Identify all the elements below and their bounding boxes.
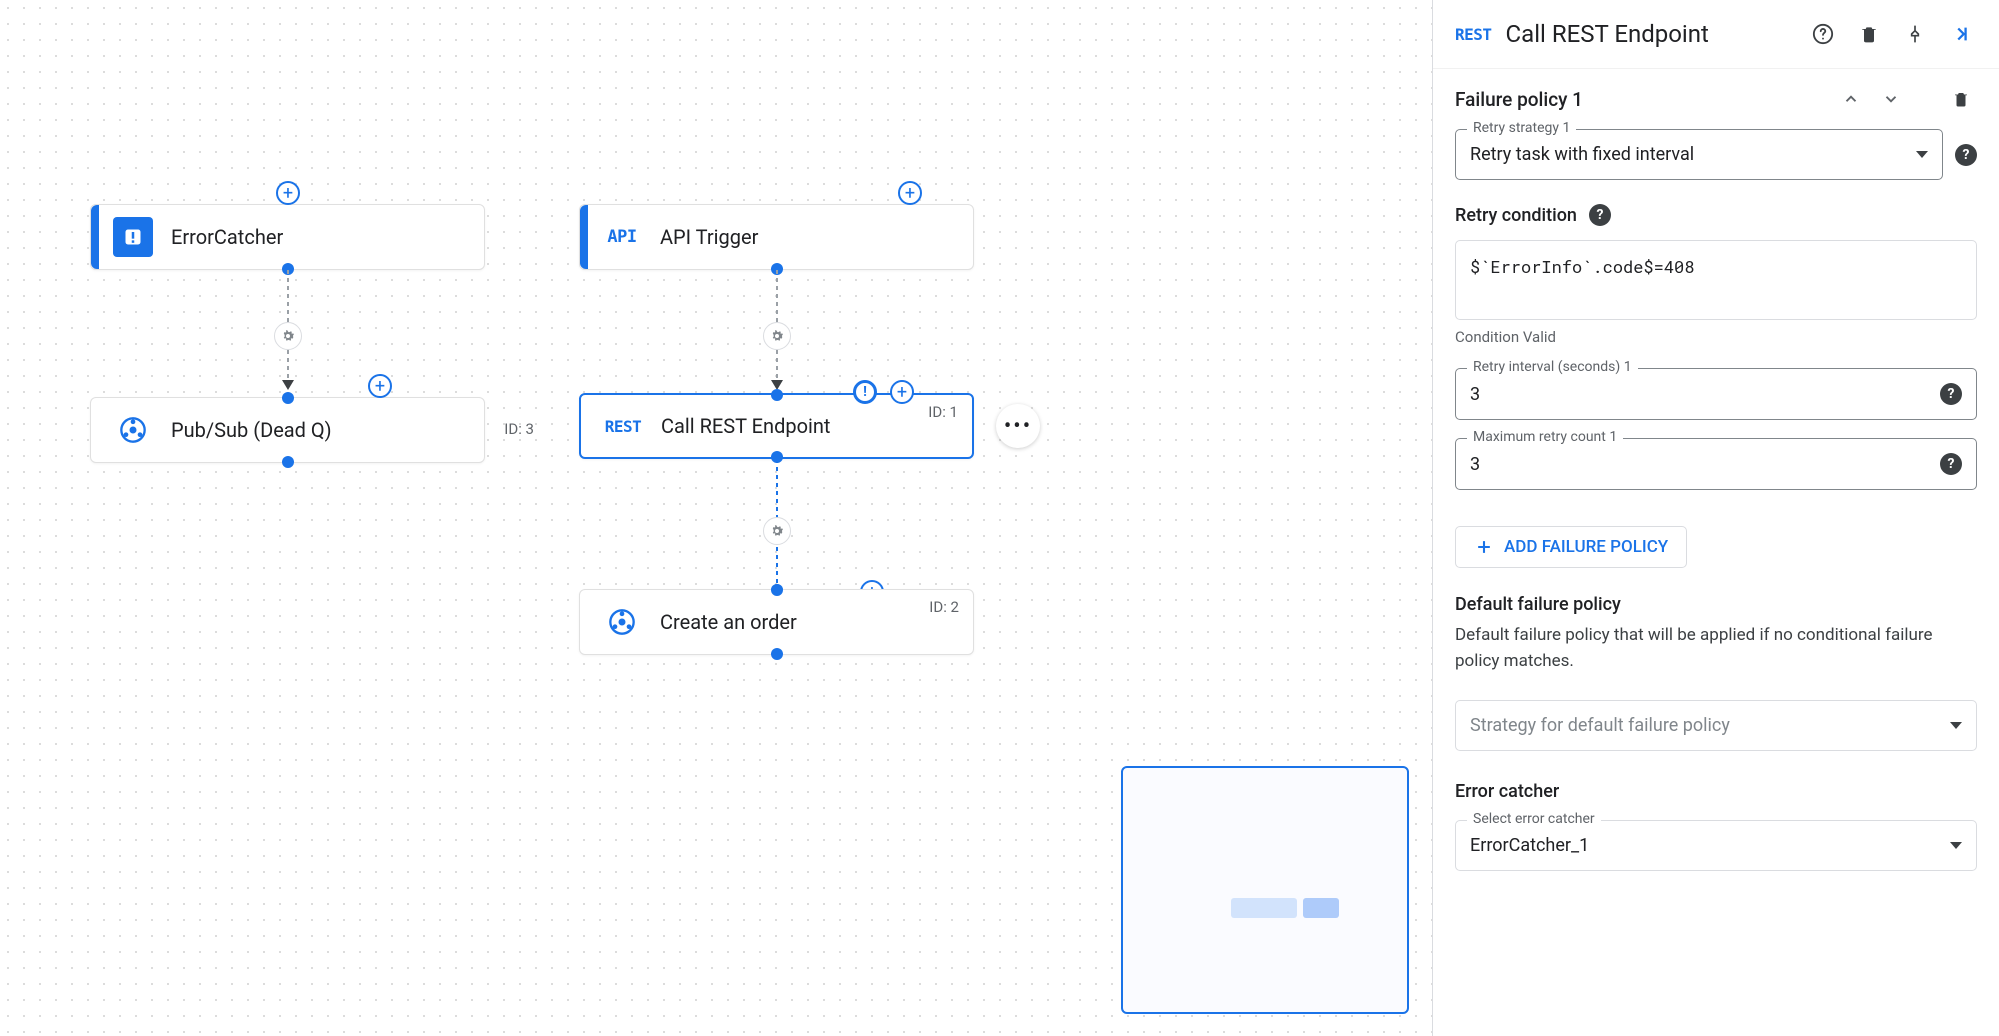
- edge-config-button[interactable]: [274, 322, 302, 350]
- node-id: ID: 1: [928, 403, 958, 421]
- node-label: Create an order: [660, 610, 797, 634]
- chevron-down-icon: [1950, 722, 1962, 729]
- chevron-down-icon: [1950, 842, 1962, 849]
- error-catcher-label: Select error catcher: [1467, 811, 1601, 827]
- section-header: Failure policy 1: [1455, 83, 1977, 115]
- edge-config-button[interactable]: [763, 322, 791, 350]
- node-create-order[interactable]: Create an order ID: 2: [579, 589, 974, 655]
- node-warning-icon[interactable]: !: [853, 380, 877, 404]
- panel-header: REST Call REST Endpoint: [1433, 0, 1999, 69]
- output-port[interactable]: [771, 648, 783, 660]
- node-pubsub[interactable]: Pub/Sub (Dead Q) ID: 3: [90, 397, 485, 463]
- help-icon[interactable]: ?: [1940, 383, 1962, 405]
- add-node-button[interactable]: +: [890, 380, 914, 404]
- retry-condition-input[interactable]: $`ErrorInfo`.code$=408: [1455, 240, 1977, 320]
- retry-strategy-value: Retry task with fixed interval: [1470, 144, 1694, 165]
- retry-condition-label: Retry condition: [1455, 205, 1577, 226]
- condition-helper: Condition Valid: [1455, 328, 1977, 346]
- node-error-catcher[interactable]: ErrorCatcher: [90, 204, 485, 270]
- node-api-trigger[interactable]: API API Trigger: [579, 204, 974, 270]
- node-label: Pub/Sub (Dead Q): [171, 418, 332, 442]
- input-port[interactable]: [771, 389, 783, 401]
- default-policy-desc: Default failure policy that will be appl…: [1455, 623, 1977, 674]
- add-node-button[interactable]: +: [368, 374, 392, 398]
- delete-policy-button[interactable]: [1945, 83, 1977, 115]
- minimap[interactable]: [1121, 766, 1409, 1014]
- retry-strategy-label: Retry strategy 1: [1467, 120, 1576, 136]
- input-port[interactable]: [771, 584, 783, 596]
- default-strategy-select[interactable]: Strategy for default failure policy: [1455, 700, 1977, 751]
- rest-icon: REST: [603, 406, 643, 446]
- add-node-button[interactable]: +: [898, 181, 922, 205]
- node-label: ErrorCatcher: [171, 225, 283, 249]
- api-icon: API: [602, 217, 642, 257]
- retry-interval-value: 3: [1470, 384, 1480, 405]
- node-call-rest[interactable]: REST Call REST Endpoint ID: 1: [579, 393, 974, 459]
- retry-condition-value: $`ErrorInfo`.code$=408: [1470, 255, 1694, 278]
- pin-button[interactable]: [1899, 18, 1931, 50]
- input-port[interactable]: [282, 392, 294, 404]
- move-up-button[interactable]: [1835, 83, 1867, 115]
- node-id: ID: 3: [504, 420, 534, 438]
- edge-config-button[interactable]: [763, 517, 791, 545]
- error-catcher-select[interactable]: ErrorCatcher_1: [1455, 820, 1977, 871]
- help-icon[interactable]: ?: [1589, 204, 1611, 226]
- default-policy-heading: Default failure policy: [1455, 594, 1977, 615]
- error-catcher-heading: Error catcher: [1455, 781, 1977, 802]
- retry-interval-input[interactable]: 3 ?: [1455, 368, 1977, 420]
- default-strategy-placeholder: Strategy for default failure policy: [1470, 715, 1730, 736]
- add-failure-policy-button[interactable]: ADD FAILURE POLICY: [1455, 526, 1687, 568]
- error-icon: [113, 217, 153, 257]
- max-retry-label: Maximum retry count 1: [1467, 429, 1623, 445]
- rest-icon: REST: [1455, 25, 1492, 44]
- pubsub-icon: [113, 410, 153, 450]
- node-id: ID: 2: [929, 598, 959, 616]
- help-button[interactable]: [1807, 18, 1839, 50]
- node-label: API Trigger: [660, 225, 758, 249]
- connector-icon: [602, 602, 642, 642]
- max-retry-input[interactable]: 3 ?: [1455, 438, 1977, 490]
- panel-title: Call REST Endpoint: [1506, 20, 1793, 48]
- max-retry-value: 3: [1470, 454, 1480, 475]
- help-icon[interactable]: ?: [1940, 453, 1962, 475]
- section-title: Failure policy 1: [1455, 88, 1583, 111]
- move-down-button[interactable]: [1875, 83, 1907, 115]
- node-more-menu[interactable]: •••: [996, 404, 1040, 448]
- help-icon[interactable]: ?: [1955, 144, 1977, 166]
- collapse-panel-button[interactable]: [1945, 18, 1977, 50]
- node-label: Call REST Endpoint: [661, 414, 830, 438]
- retry-interval-label: Retry interval (seconds) 1: [1467, 359, 1638, 375]
- add-node-button[interactable]: +: [276, 181, 300, 205]
- chevron-down-icon: [1916, 151, 1928, 158]
- delete-button[interactable]: [1853, 18, 1885, 50]
- error-catcher-value: ErrorCatcher_1: [1470, 835, 1589, 856]
- add-policy-label: ADD FAILURE POLICY: [1504, 537, 1668, 557]
- output-port[interactable]: [282, 456, 294, 468]
- properties-panel: REST Call REST Endpoint Failure policy 1: [1432, 0, 1999, 1036]
- retry-strategy-select[interactable]: Retry task with fixed interval: [1455, 129, 1943, 180]
